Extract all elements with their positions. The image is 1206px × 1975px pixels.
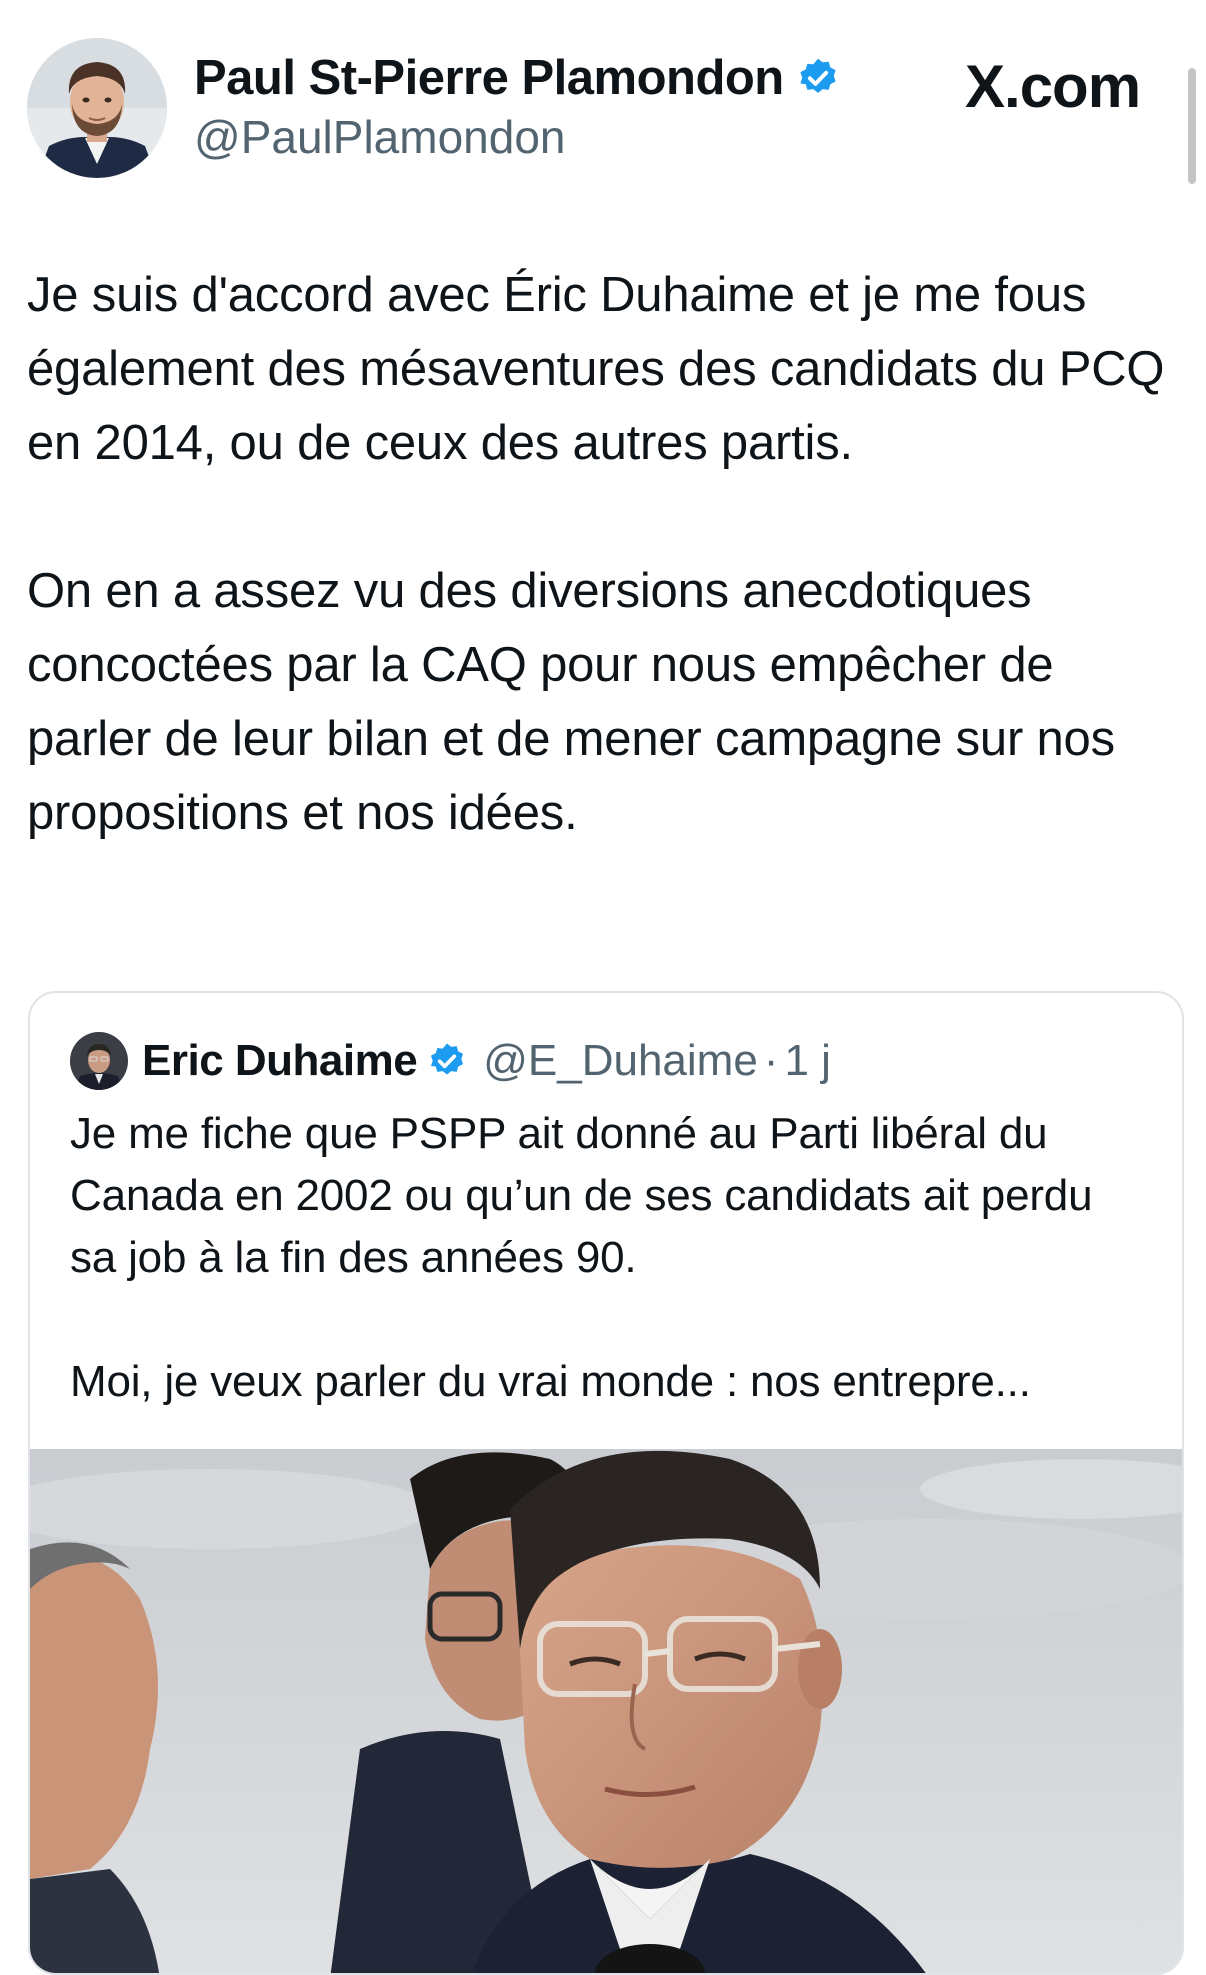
verified-badge-icon [796, 56, 840, 100]
quoted-author-avatar-image [70, 1032, 128, 1090]
author-name[interactable]: Paul St-Pierre Plamondon [194, 50, 784, 106]
quoted-tweet-photo[interactable] [30, 1449, 1182, 1973]
quoted-tweet-timestamp[interactable]: 1 j [784, 1036, 830, 1086]
quoted-tweet-header: Eric Duhaime @E_Duhaime · 1 j [70, 1031, 831, 1091]
author-name-row: Paul St-Pierre Plamondon [194, 48, 840, 108]
quoted-author-avatar[interactable] [70, 1032, 128, 1090]
tweet-paragraph: Je suis d'accord avec Éric Duhaime et je… [27, 268, 1165, 470]
quoted-tweet-paragraph: Je me fiche que PSPP ait donné au Parti … [70, 1109, 1093, 1282]
tweet-paragraph: On en a assez vu des diversions anecdoti… [27, 564, 1115, 840]
tweet-text: Je suis d'accord avec Éric Duhaime et je… [27, 258, 1177, 850]
quoted-tweet-paragraph: Moi, je veux parler du vrai monde : nos … [70, 1357, 1031, 1406]
x-logo: X.com [965, 53, 1141, 120]
quoted-tweet-text: Je me fiche que PSPP ait donné au Parti … [70, 1103, 1150, 1413]
dot-separator: · [763, 1036, 779, 1085]
author-avatar[interactable] [27, 38, 167, 178]
quoted-tweet-card[interactable]: Eric Duhaime @E_Duhaime · 1 j Je me fich… [28, 991, 1184, 1975]
scrollbar[interactable] [1188, 68, 1196, 184]
verified-badge-icon [427, 1041, 467, 1081]
photo-men-outdoors [30, 1449, 1182, 1973]
quoted-author-name[interactable]: Eric Duhaime [142, 1036, 418, 1086]
tweet-screenshot: Paul St-Pierre Plamondon @PaulPlamondon … [0, 0, 1206, 1975]
author-handle[interactable]: @PaulPlamondon [194, 110, 565, 164]
author-avatar-image [27, 38, 167, 178]
quoted-author-handle[interactable]: @E_Duhaime [483, 1036, 758, 1086]
